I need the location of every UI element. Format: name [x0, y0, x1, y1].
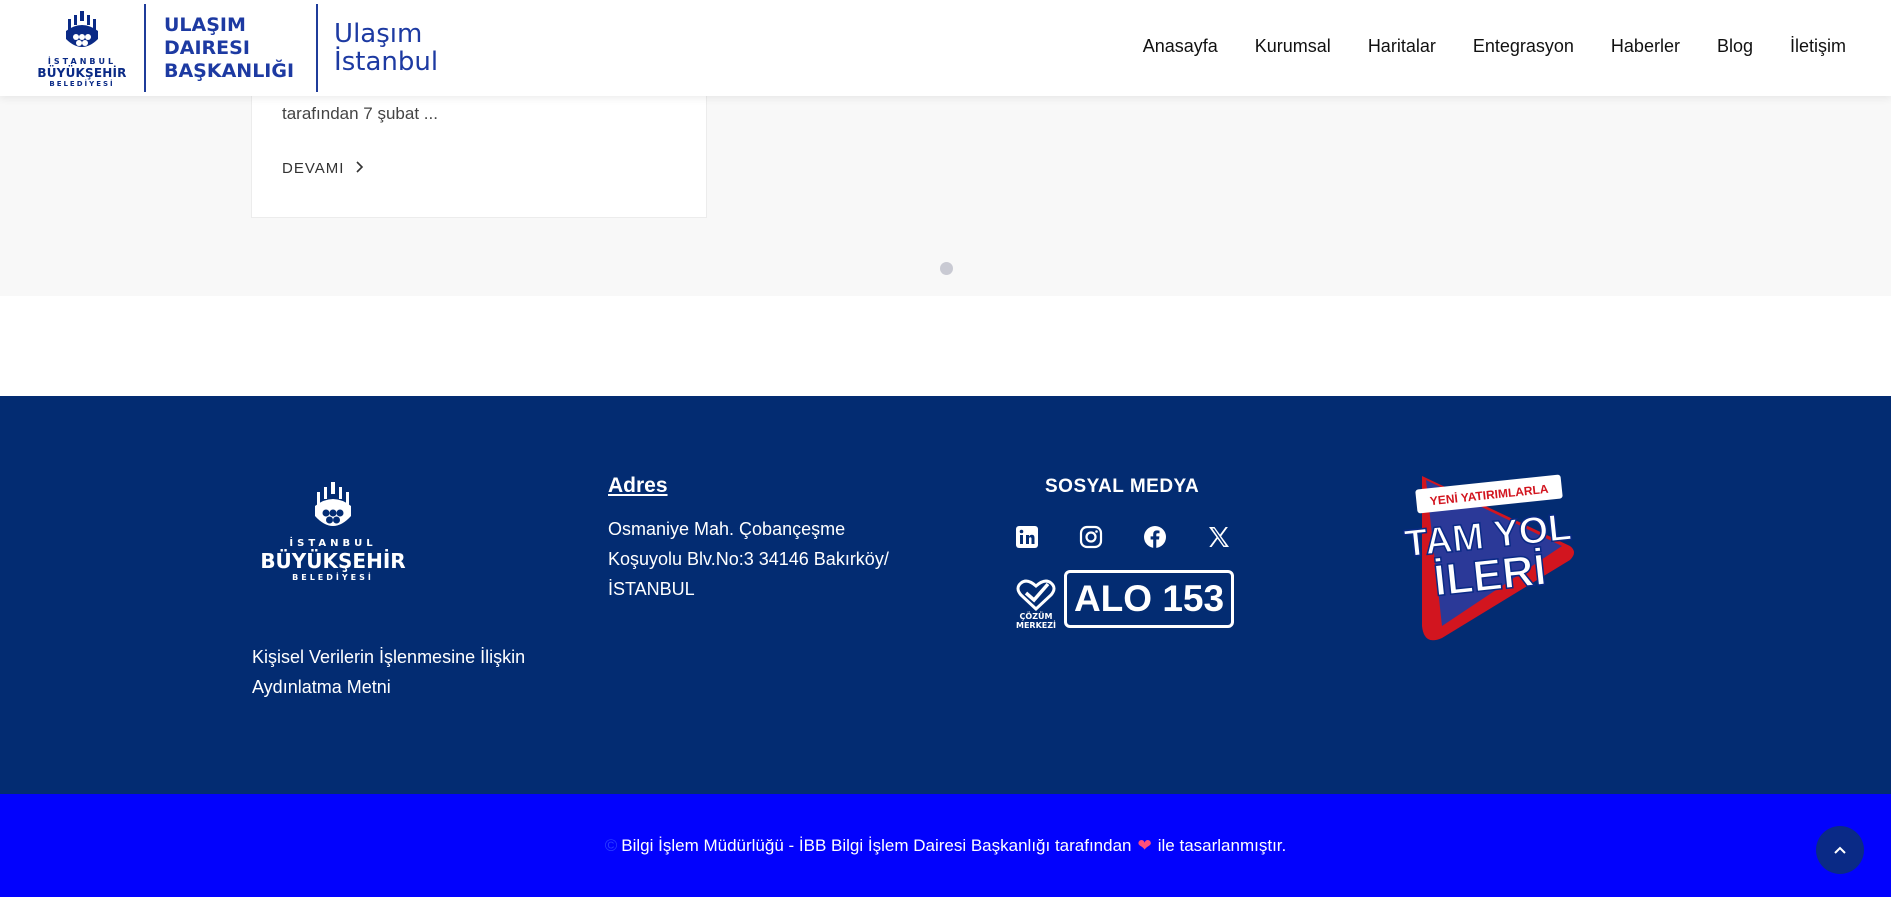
heart-icon: ❤	[1137, 836, 1152, 855]
nav-item-anasayfa[interactable]: Anasayfa	[1143, 36, 1218, 57]
nav-item-haritalar[interactable]: Haritalar	[1368, 36, 1436, 57]
ibb-logo-line3: BELEDİYESİ	[49, 79, 115, 88]
ibb-emblem-icon	[315, 482, 351, 526]
nav-item-haberler[interactable]: Haberler	[1611, 36, 1680, 57]
tam-yol-ileri-campaign-logo[interactable]: YENİ YATIRIMLARLA TAM YOL İLERİ	[1402, 466, 1582, 646]
carousel-dot[interactable]	[940, 262, 953, 275]
ibb-logo-line1: İSTANBUL	[47, 56, 117, 66]
nav-item-blog[interactable]: Blog	[1717, 36, 1753, 57]
department-name: ULAŞIM DAIRESI BAŞKANLIĞI	[164, 14, 294, 83]
x-icon[interactable]	[1206, 524, 1232, 550]
department-line3: BAŞKANLIĞI	[164, 59, 295, 82]
read-more-link[interactable]: DEVAMI	[282, 160, 364, 177]
address-line: İSTANBUL	[608, 579, 695, 599]
social-icons	[1014, 524, 1232, 550]
logo-divider	[144, 4, 146, 92]
brand-line2: İstanbul	[334, 47, 439, 77]
copyright-text: © Bilgi İşlem Müdürlüğü - İBB Bilgi İşlem…	[0, 836, 1891, 856]
cozum-text: ÇÖZÜM	[1019, 612, 1053, 621]
main-nav: Anasayfa Kurumsal Haritalar Entegrasyon …	[1143, 36, 1846, 57]
site-footer: İSTANBUL BÜYÜKŞEHİR BELEDİYESİ Kişisel V…	[0, 396, 1891, 794]
nav-item-iletisim[interactable]: İletişim	[1790, 36, 1846, 57]
footer-logo-line1: İSTANBUL	[289, 538, 377, 549]
linkedin-icon[interactable]	[1014, 524, 1040, 550]
department-line2: DAIRESI	[164, 36, 250, 59]
ibb-logo-line2: BÜYÜKŞEHİR	[37, 65, 127, 80]
copyright-symbol: ©	[604, 836, 618, 855]
copyright-text-after: ile tasarlanmıştır.	[1157, 836, 1287, 855]
address-line: Koşuyolu Blv.No:3 34146 Bakırköy/	[608, 549, 889, 569]
scroll-to-top-button[interactable]	[1816, 826, 1864, 874]
read-more-label: DEVAMI	[282, 160, 345, 177]
chevron-up-icon	[1834, 846, 1846, 854]
copyright-bar: © Bilgi İşlem Müdürlüğü - İBB Bilgi İşlem…	[0, 794, 1891, 897]
cozum-merkezi-logo: ÇÖZÜM MERKEZİ	[1012, 568, 1060, 630]
instagram-icon[interactable]	[1078, 524, 1104, 550]
address-title: Adres	[608, 474, 668, 497]
alo-number: ALO 153	[1064, 570, 1234, 628]
ibb-emblem-icon	[66, 10, 98, 47]
logo-group[interactable]: İSTANBUL BÜYÜKŞEHİR BELEDİYESİ ULAŞIM DA…	[30, 0, 438, 96]
logo-divider	[316, 4, 319, 92]
ibb-logo[interactable]: İSTANBUL BÜYÜKŞEHİR BELEDİYESİ	[30, 0, 134, 96]
nav-item-kurumsal[interactable]: Kurumsal	[1255, 36, 1331, 57]
site-header: İSTANBUL BÜYÜKŞEHİR BELEDİYESİ ULAŞIM DA…	[0, 0, 1891, 96]
merkezi-text: MERKEZİ	[1015, 621, 1057, 630]
chevron-right-icon	[354, 160, 364, 177]
footer-logo-line2: BÜYÜKŞEHİR	[260, 549, 406, 573]
address-text: Osmaniye Mah. Çobançeşme Koşuyolu Blv.No…	[608, 514, 928, 604]
heart-check-icon	[1016, 579, 1056, 612]
ulasim-istanbul-brand: Ulaşım İstanbul	[334, 20, 438, 76]
brand-line1: Ulaşım	[334, 19, 423, 49]
alo-153-badge[interactable]: ÇÖZÜM MERKEZİ ALO 153	[1012, 568, 1238, 630]
nav-item-entegrasyon[interactable]: Entegrasyon	[1473, 36, 1574, 57]
facebook-icon[interactable]	[1142, 524, 1168, 550]
footer-ibb-logo[interactable]: İSTANBUL BÜYÜKŞEHİR BELEDİYESİ	[258, 480, 408, 582]
blog-card-excerpt: tarafından 7 şubat ...	[282, 104, 438, 123]
copyright-text-before: Bilgi İşlem Müdürlüğü - İBB Bilgi İşlem …	[621, 836, 1132, 855]
campaign-line3: İLERİ	[1431, 545, 1548, 605]
address-line: Osmaniye Mah. Çobançeşme	[608, 519, 846, 539]
department-line1: ULAŞIM	[164, 13, 246, 36]
kvkk-link[interactable]: Kişisel Verilerin İşlenmesine İlişkin Ay…	[252, 642, 572, 702]
footer-logo-line3: BELEDİYESİ	[292, 573, 374, 582]
social-media-title: SOSYAL MEDYA	[1045, 476, 1200, 497]
